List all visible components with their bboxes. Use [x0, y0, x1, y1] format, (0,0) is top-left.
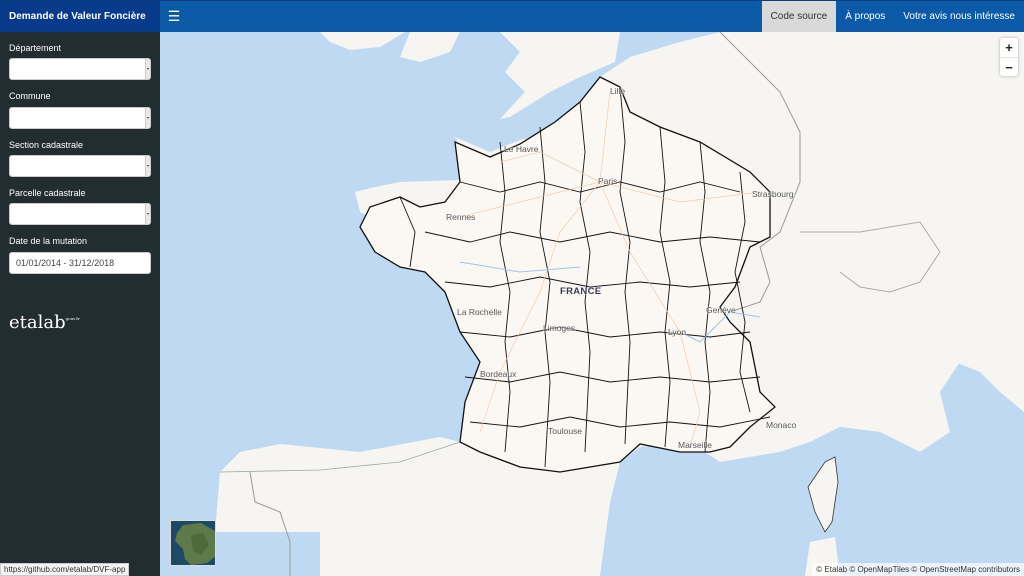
nav-link-a-propos[interactable]: À propos — [836, 1, 894, 33]
date-range-input[interactable]: 01/01/2014 - 31/12/2018 — [9, 252, 151, 274]
city-label-strasbourg: Strasbourg — [752, 189, 794, 199]
commune-select[interactable] — [9, 107, 151, 129]
departement-select[interactable] — [9, 58, 151, 80]
parcelle-label: Parcelle cadastrale — [9, 188, 86, 198]
parcelle-select[interactable] — [9, 203, 151, 225]
section-label: Section cadastrale — [9, 140, 84, 150]
land-ireland-south — [320, 32, 405, 50]
chevron-down-icon — [145, 108, 150, 128]
country-label-france: FRANCE — [560, 286, 602, 297]
city-label-lyon: Lyon — [668, 327, 687, 337]
map-attribution[interactable]: © Etalab © OpenMapTiles © OpenStreetMap … — [812, 563, 1024, 576]
satellite-thumbnail-icon — [171, 521, 215, 565]
city-label-lille: Lille — [610, 86, 626, 96]
commune-label: Commune — [9, 91, 51, 101]
map-view[interactable]: Lille Le Havre Paris Strasbourg Rennes F… — [160, 32, 1024, 576]
satellite-layer-toggle[interactable] — [170, 520, 216, 566]
sidebar-toggle-button[interactable]: ☰ — [166, 1, 182, 33]
etalab-logo[interactable]: etalabgouv.fr — [9, 312, 80, 333]
hamburger-icon: ☰ — [167, 8, 181, 24]
top-navbar: Demande de Valeur Foncière ☰ Code source… — [0, 0, 1024, 33]
map-basemap — [215, 32, 1024, 576]
nav-links: Code source À propos Votre avis nous int… — [761, 1, 1024, 33]
city-label-limoges: Limoges — [543, 323, 576, 333]
section-select[interactable] — [9, 155, 151, 177]
chevron-down-icon — [145, 204, 150, 224]
zoom-in-button[interactable]: + — [1000, 38, 1018, 57]
nav-link-code-source[interactable]: Code source — [761, 1, 837, 33]
city-label-paris: Paris — [598, 176, 618, 186]
city-label-bordeaux: Bordeaux — [480, 369, 517, 379]
status-bar-url: https://github.com/etalab/DVF-app — [0, 563, 130, 576]
city-label-monaco: Monaco — [766, 420, 797, 430]
city-label-rennes: Rennes — [446, 212, 476, 222]
zoom-out-button[interactable]: − — [1000, 57, 1018, 76]
city-label-marseille: Marseille — [678, 440, 713, 450]
city-label-le-havre: Le Havre — [504, 144, 539, 154]
city-label-geneve: Genève — [706, 305, 736, 315]
nav-link-feedback[interactable]: Votre avis nous intéresse — [894, 1, 1024, 33]
land-ireland — [400, 32, 460, 62]
city-label-la-rochelle: La Rochelle — [457, 307, 502, 317]
zoom-control: + − — [1000, 38, 1018, 76]
sidebar: Département Commune Section cadastrale P… — [0, 32, 160, 576]
date-label: Date de la mutation — [9, 236, 88, 246]
chevron-down-icon — [145, 59, 150, 79]
chevron-down-icon — [145, 156, 150, 176]
app-title[interactable]: Demande de Valeur Foncière — [0, 1, 160, 33]
city-label-toulouse: Toulouse — [548, 426, 583, 436]
departement-label: Département — [9, 43, 62, 53]
